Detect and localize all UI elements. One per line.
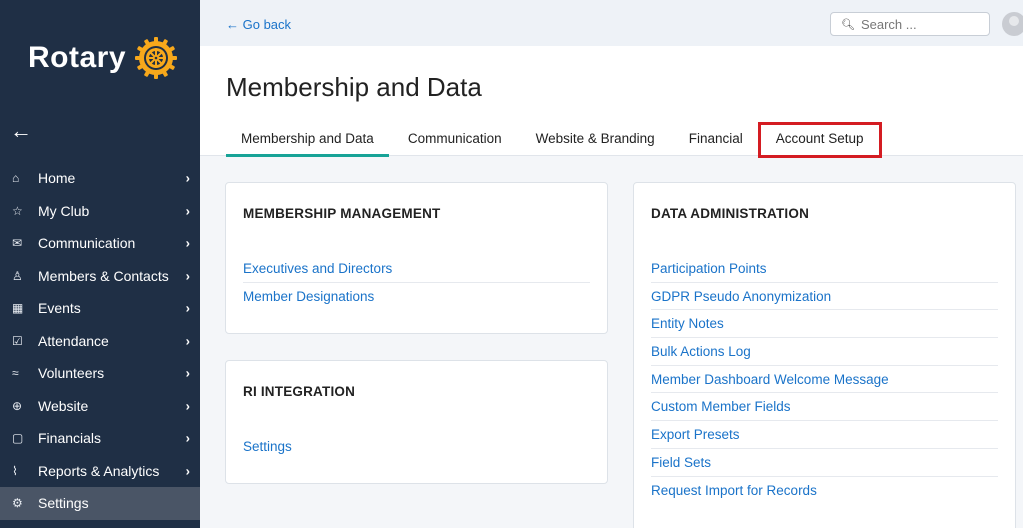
sidebar-nav: ⌂ Home › ☆ My Club › ✉ Communication › ♙… — [0, 162, 200, 520]
tab-website-branding[interactable]: Website & Branding — [521, 130, 670, 156]
sidebar-item-label: My Club — [38, 202, 90, 219]
search-input[interactable]: 🔍︎ Search ... — [830, 12, 990, 36]
sidebar-item-financials[interactable]: ▢ Financials › — [0, 422, 200, 455]
chevron-right-icon: › — [185, 203, 190, 219]
chevron-right-icon: › — [185, 300, 190, 316]
link-list: Executives and Directors Member Designat… — [243, 255, 590, 310]
sidebar-item-communication[interactable]: ✉ Communication › — [0, 227, 200, 260]
list-item[interactable]: Request Import for Records — [651, 477, 998, 505]
tab-financial[interactable]: Financial — [674, 130, 758, 156]
list-item[interactable]: Settings — [243, 433, 590, 461]
logo-text: Rotary — [28, 41, 127, 74]
collapse-sidebar-arrow-icon[interactable]: ← — [10, 118, 32, 144]
gear-icon: ⚙ — [12, 496, 23, 511]
sidebar-item-members-contacts[interactable]: ♙ Members & Contacts › — [0, 260, 200, 293]
tab-membership-and-data[interactable]: Membership and Data — [226, 130, 389, 157]
list-item[interactable]: Field Sets — [651, 449, 998, 477]
list-item[interactable]: Participation Points — [651, 255, 998, 283]
search-placeholder: Search ... — [860, 16, 917, 32]
search-icon: 🔍︎ — [841, 18, 855, 31]
list-item[interactable]: Export Presets — [651, 421, 998, 449]
page-title: Membership and Data — [226, 72, 482, 102]
link-list: Participation Points GDPR Pseudo Anonymi… — [651, 255, 998, 504]
membership-management-card: MEMBERSHIP MANAGEMENT Executives and Dir… — [225, 182, 608, 334]
sidebar-item-label: Events — [38, 300, 81, 317]
envelope-icon: ✉ — [12, 236, 23, 251]
list-item[interactable]: Executives and Directors — [243, 255, 590, 283]
sidebar-item-events[interactable]: ▦ Events › — [0, 292, 200, 325]
sidebar-item-label: Home — [38, 170, 76, 187]
sidebar-item-website[interactable]: ⊕ Website › — [0, 390, 200, 423]
list-item[interactable]: Member Designations — [243, 283, 590, 311]
chevron-right-icon: › — [185, 333, 190, 349]
sidebar-item-my-club[interactable]: ☆ My Club › — [0, 195, 200, 228]
calendar-icon: ▦ — [12, 301, 24, 316]
list-item[interactable]: Entity Notes — [651, 310, 998, 339]
list-item[interactable]: Bulk Actions Log — [651, 338, 998, 366]
go-back-link[interactable]: ← Go back — [226, 17, 291, 32]
star-icon: ☆ — [12, 203, 23, 218]
sidebar: Rotary ← ⌂ Home › ☆ My Club › ✉ Communic… — [0, 0, 200, 528]
sidebar-item-label: Website — [38, 397, 89, 414]
sidebar-item-label: Communication — [38, 235, 136, 252]
tab-bar: Membership and Data Communication Websit… — [226, 122, 882, 158]
chevron-right-icon: › — [185, 398, 190, 414]
data-administration-card: DATA ADMINISTRATION Participation Points… — [633, 182, 1016, 528]
sidebar-item-label: Members & Contacts — [38, 267, 169, 284]
list-item[interactable]: Member Dashboard Welcome Message — [651, 366, 998, 394]
sidebar-item-reports-analytics[interactable]: ⌇ Reports & Analytics › — [0, 455, 200, 488]
rotary-logo[interactable]: Rotary — [28, 36, 178, 80]
sidebar-item-settings[interactable]: ⚙ Settings — [0, 487, 200, 520]
chevron-right-icon: › — [185, 463, 190, 479]
tab-account-setup[interactable]: Account Setup — [757, 122, 882, 158]
sidebar-item-label: Financials — [38, 430, 102, 447]
document-icon: ▢ — [12, 431, 24, 446]
sidebar-item-home[interactable]: ⌂ Home › — [0, 162, 200, 195]
sidebar-item-label: Settings — [38, 495, 89, 512]
page-header: Membership and Data Membership and Data … — [200, 46, 1023, 158]
chevron-right-icon: › — [185, 268, 190, 284]
chevron-right-icon: › — [185, 170, 190, 186]
list-item[interactable]: Custom Member Fields — [651, 393, 998, 422]
ri-integration-card: RI INTEGRATION Settings — [225, 360, 608, 484]
globe-icon: ⊕ — [12, 398, 23, 413]
home-icon: ⌂ — [12, 171, 20, 186]
card-title: RI INTEGRATION — [243, 384, 356, 399]
rotary-wheel-icon — [135, 37, 178, 79]
chevron-right-icon: › — [185, 365, 190, 381]
topbar: ← Go back 🔍︎ Search ... — [200, 0, 1023, 46]
sidebar-item-label: Volunteers — [38, 365, 105, 382]
sidebar-item-volunteers[interactable]: ≈ Volunteers › — [0, 357, 200, 390]
person-icon: ♙ — [12, 268, 23, 283]
list-item[interactable]: GDPR Pseudo Anonymization — [651, 283, 998, 311]
tab-communication[interactable]: Communication — [393, 130, 517, 156]
avatar[interactable] — [1002, 12, 1023, 36]
chevron-right-icon: › — [185, 430, 190, 446]
card-title: MEMBERSHIP MANAGEMENT — [243, 206, 441, 221]
chevron-right-icon: › — [185, 235, 190, 251]
sidebar-item-attendance[interactable]: ☑ Attendance › — [0, 325, 200, 358]
sidebar-item-label: Reports & Analytics — [38, 462, 160, 479]
sidebar-item-label: Attendance — [38, 332, 109, 349]
chart-icon: ⌇ — [12, 463, 18, 478]
checkbox-icon: ☑ — [12, 333, 23, 348]
volunteers-icon: ≈ — [12, 366, 19, 381]
link-list: Settings — [243, 433, 590, 461]
card-title: DATA ADMINISTRATION — [651, 206, 810, 221]
